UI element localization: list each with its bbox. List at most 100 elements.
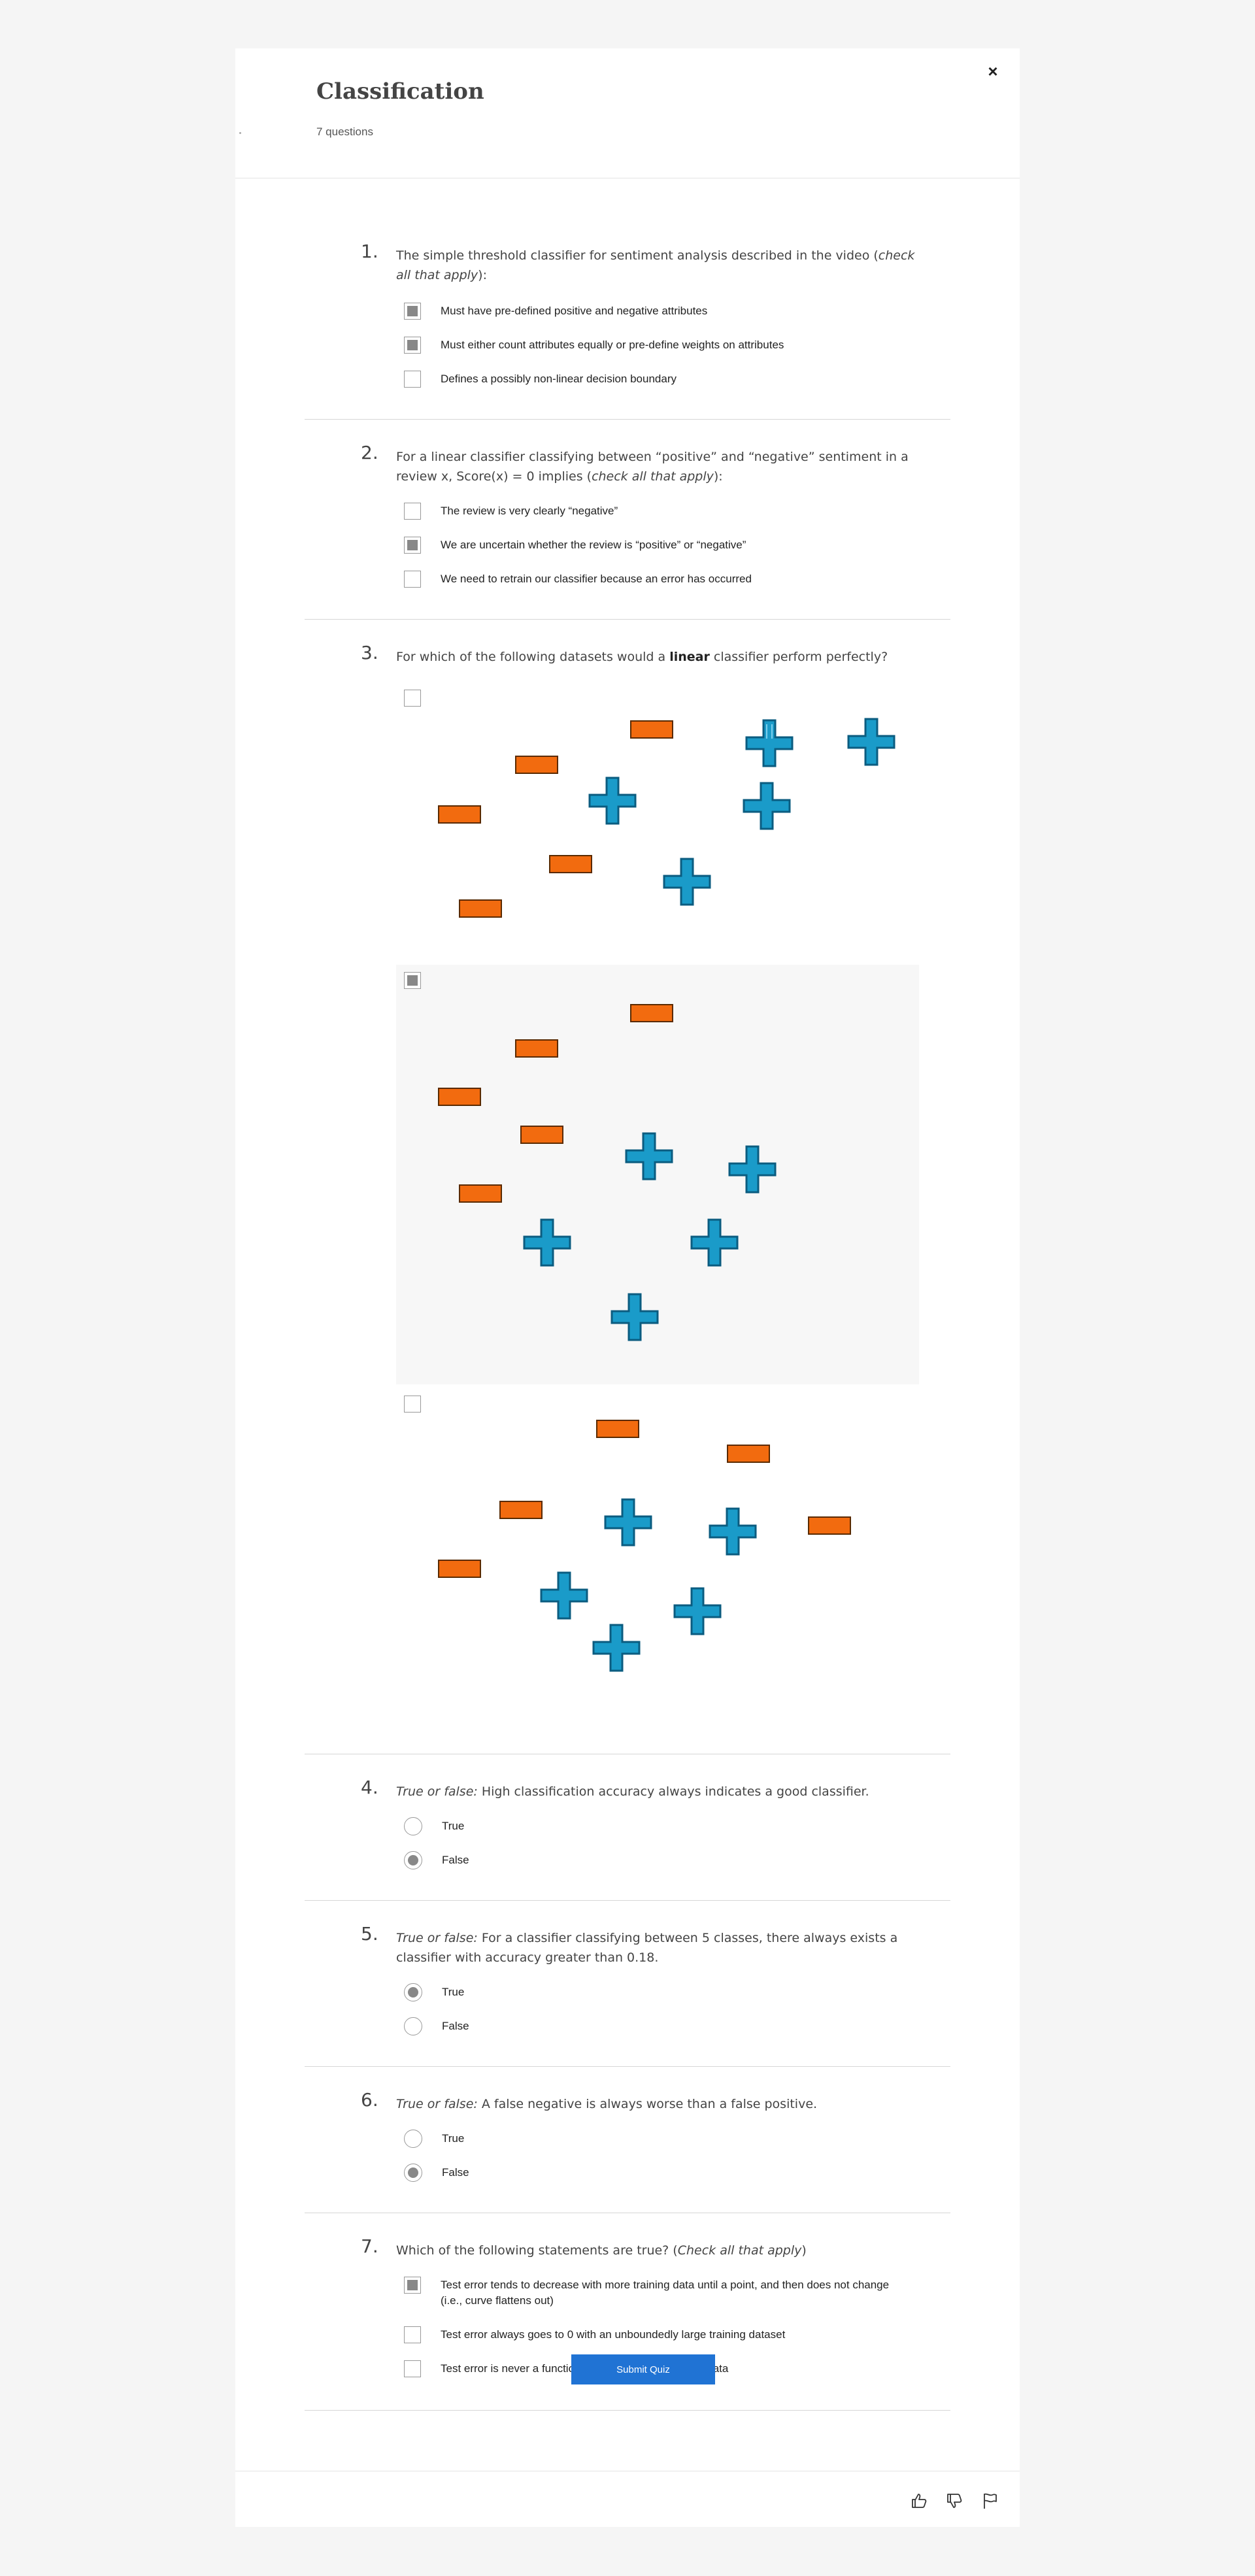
checkbox[interactable] [404,503,421,520]
question-1: 1. The simple threshold classifier for s… [305,193,950,420]
submit-quiz-button[interactable]: Submit Quiz [571,2354,715,2384]
option-q1-a[interactable]: Must have pre-defined positive and negat… [404,303,901,320]
positive-point-icon [847,718,895,766]
positive-point-icon [709,1507,757,1556]
positive-point-icon [745,719,794,767]
question-number: 6. [361,2089,378,2111]
question-text: For a linear classifier classifying betw… [396,450,909,484]
question-number: 4. [361,1777,378,1798]
question-5: 5. True or false: For a classifier class… [305,1901,950,2067]
negative-point-icon [520,1126,563,1144]
option-label: True [442,1986,465,1998]
positive-point-icon [592,1624,641,1672]
checkbox[interactable] [404,690,421,707]
radio-button[interactable] [404,1851,422,1869]
question-text: For which of the following datasets woul… [396,650,888,664]
positive-point-icon [523,1218,571,1267]
quiz-title: Classification [316,78,484,105]
option-q7-a[interactable]: Test error tends to decrease with more t… [404,2277,901,2309]
option-label: True [442,1820,465,1832]
radio-button[interactable] [404,2164,422,2182]
option-q5-true[interactable]: True [404,1983,901,2001]
option-label: Must either count attributes equally or … [441,339,784,351]
option-q6-false[interactable]: False [404,2164,901,2182]
checkbox[interactable] [404,972,421,989]
close-icon[interactable]: × [983,61,1003,81]
option-q7-b[interactable]: Test error always goes to 0 with an unbo… [404,2326,901,2343]
positive-point-icon [611,1293,659,1341]
question-text: The simple threshold classifier for sent… [396,248,915,282]
question-3: 3. For which of the following datasets w… [305,620,950,1754]
checkbox[interactable] [404,537,421,554]
checkbox[interactable] [404,337,421,354]
question-text: Which of the following statements are tr… [396,2243,807,2258]
question-number: 3. [361,642,378,663]
checkbox[interactable] [404,2360,421,2377]
option-label: The review is very clearly “negative” [441,505,618,517]
option-label: We are uncertain whether the review is “… [441,539,746,551]
radio-button[interactable] [404,1983,422,2001]
positive-point-icon [743,782,791,830]
positive-point-icon [540,1571,588,1620]
negative-point-icon [630,1004,673,1022]
radio-button[interactable] [404,2130,422,2148]
question-count: 7 questions [316,125,373,138]
positive-point-icon [604,1498,652,1547]
option-q4-false[interactable]: False [404,1851,901,1869]
question-4: 4. True or false: High classification ac… [305,1754,950,1901]
positive-point-icon [588,777,637,825]
question-text: True or false: For a classifier classify… [396,1931,898,1965]
option-q4-true[interactable]: True [404,1817,901,1835]
option-q1-c[interactable]: Defines a possibly non-linear decision b… [404,371,901,388]
checkbox[interactable] [404,371,421,388]
option-q2-a[interactable]: The review is very clearly “negative” [404,503,901,520]
negative-point-icon [727,1445,770,1463]
dataset-option-a[interactable] [396,682,919,957]
positive-point-icon [663,858,711,906]
dataset-option-b[interactable] [396,965,919,1384]
negative-point-icon [499,1501,543,1519]
checkbox[interactable] [404,2326,421,2343]
thumbs-down-icon[interactable] [945,2492,963,2510]
option-q6-true[interactable]: True [404,2130,901,2148]
quiz-modal: × Classification 7 questions 1. The simp… [235,48,1020,2527]
negative-point-icon [596,1420,639,1438]
negative-point-icon [438,805,481,824]
option-q1-b[interactable]: Must either count attributes equally or … [404,337,901,354]
option-q5-false[interactable]: False [404,2017,901,2035]
negative-point-icon [630,720,673,739]
feedback-icons [910,2492,999,2510]
option-label: False [442,2166,469,2179]
option-q2-b[interactable]: We are uncertain whether the review is “… [404,537,901,554]
negative-point-icon [515,756,558,774]
negative-point-icon [515,1039,558,1058]
flag-icon[interactable] [980,2492,999,2510]
checkbox[interactable] [404,303,421,320]
radio-button[interactable] [404,2017,422,2035]
question-text: True or false: High classification accur… [396,1784,869,1799]
checkbox[interactable] [404,1396,421,1413]
question-number: 1. [361,241,378,262]
option-label: False [442,2020,469,2032]
option-label: We need to retrain our classifier becaus… [441,573,752,585]
option-label: False [442,1854,469,1866]
radio-button[interactable] [404,1817,422,1835]
positive-point-icon [690,1218,739,1267]
option-label: Test error tends to decrease with more t… [441,2279,890,2307]
question-2: 2. For a linear classifier classifying b… [305,420,950,620]
dataset-option-c[interactable] [396,1388,919,1728]
option-q2-c[interactable]: We need to retrain our classifier becaus… [404,571,901,588]
checkbox[interactable] [404,571,421,588]
option-label: Test error always goes to 0 with an unbo… [441,2328,786,2341]
option-label: Must have pre-defined positive and negat… [441,305,708,317]
decorative-dot [239,132,241,134]
negative-point-icon [438,1560,481,1578]
question-text: True or false: A false negative is alway… [396,2097,818,2111]
negative-point-icon [438,1088,481,1106]
thumbs-up-icon[interactable] [910,2492,928,2510]
option-label: True [442,2132,465,2145]
positive-point-icon [625,1132,673,1180]
question-number: 7. [361,2235,378,2257]
checkbox[interactable] [404,2277,421,2294]
negative-point-icon [808,1516,851,1535]
